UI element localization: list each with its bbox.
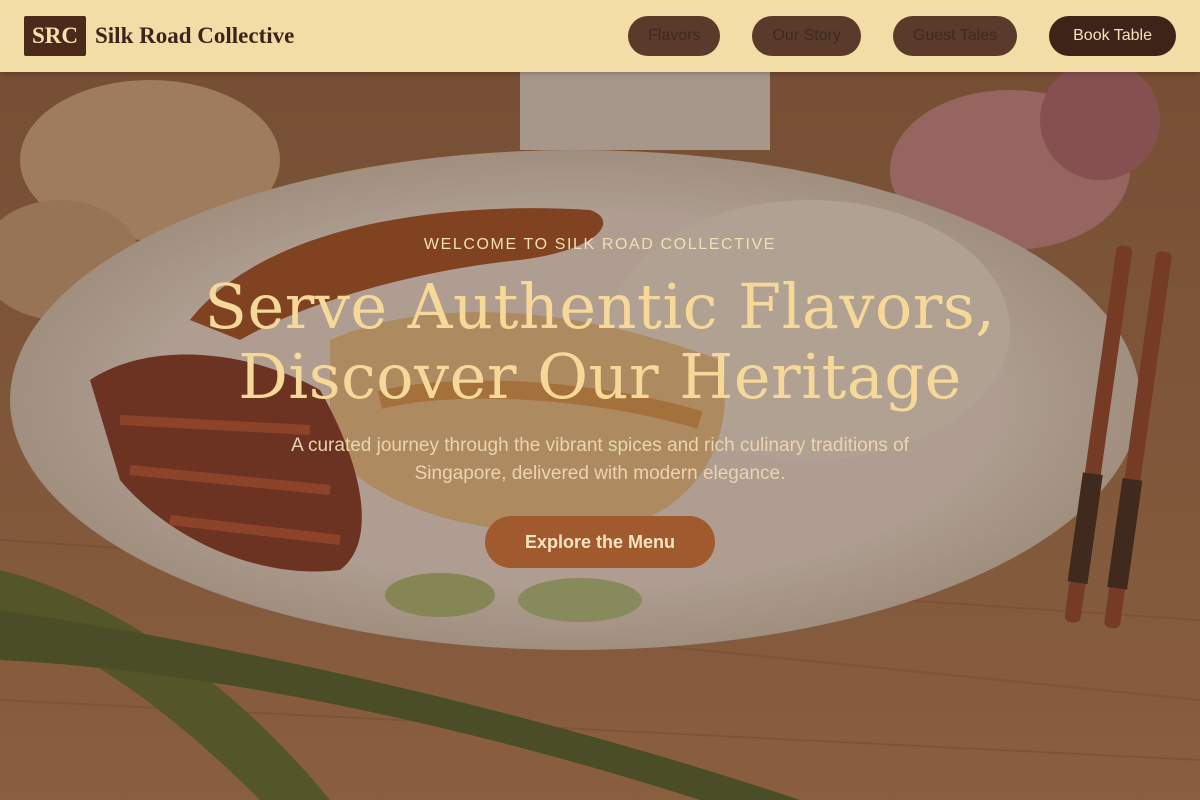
hero-headline-line1: Serve Authentic Flavors, bbox=[204, 270, 996, 343]
brand-logo[interactable]: SRC bbox=[24, 16, 86, 56]
nav-links: Flavors Our Story Guest Tales Book Table bbox=[628, 16, 1176, 56]
hero-subtext: A curated journey through the vibrant sp… bbox=[291, 435, 909, 484]
nav-link-flavors[interactable]: Flavors bbox=[628, 16, 721, 56]
hero-headline: Serve Authentic Flavors, Discover Our He… bbox=[205, 272, 996, 412]
hero-eyebrow: WELCOME TO SILK ROAD COLLECTIVE bbox=[423, 236, 777, 253]
nav-link-guest-tales[interactable]: Guest Tales bbox=[892, 16, 1018, 56]
brand[interactable]: SRC Silk Road Collective bbox=[24, 16, 294, 56]
top-navbar: SRC Silk Road Collective Flavors Our Sto… bbox=[0, 0, 1200, 72]
nav-link-our-story[interactable]: Our Story bbox=[752, 16, 861, 56]
brand-name[interactable]: Silk Road Collective bbox=[95, 23, 294, 49]
hero-content: WELCOME TO SILK ROAD COLLECTIVE Serve Au… bbox=[0, 0, 1200, 800]
explore-menu-button[interactable]: Explore the Menu bbox=[484, 516, 716, 568]
book-table-button[interactable]: Book Table bbox=[1049, 16, 1176, 56]
hero-headline-line2: Discover Our Heritage bbox=[238, 340, 962, 413]
